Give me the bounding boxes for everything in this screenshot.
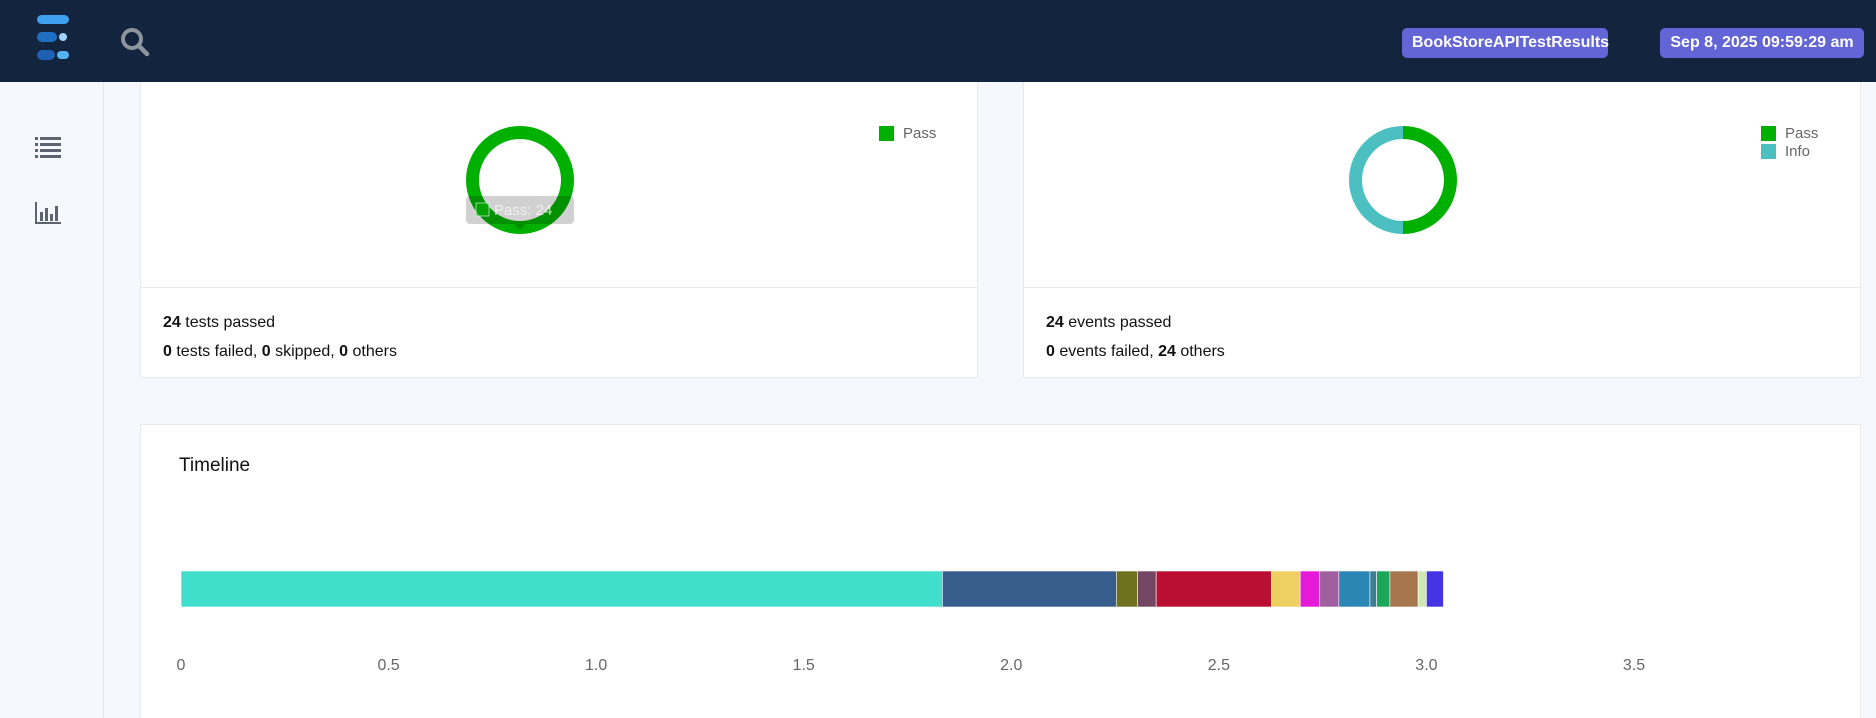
legend-label: Pass <box>903 124 937 142</box>
sidebar <box>0 82 104 718</box>
x-tick-label: 2.5 <box>1208 657 1230 674</box>
timeline-segment-9[interactable] <box>1338 570 1371 608</box>
list-icon[interactable] <box>34 134 62 160</box>
x-tick-label: 3.0 <box>1415 657 1437 674</box>
tooltip-text: Pass: 24 <box>494 202 552 219</box>
report-name-badge: BookStoreAPITestResults <box>1402 28 1609 58</box>
timeline-segment-3[interactable] <box>1116 570 1138 608</box>
legend-item-pass[interactable]: Pass <box>1761 124 1818 142</box>
extent-logo-icon[interactable] <box>33 14 75 64</box>
timeline-bars <box>180 570 1444 608</box>
tests-passed-line: 24 tests passed <box>163 314 276 331</box>
donut-tooltip: Pass: 24 <box>466 196 574 230</box>
legend-swatch <box>1761 125 1776 141</box>
events-passed-line: 24 events passed <box>1046 314 1172 331</box>
donut-slice-pass[interactable] <box>1403 126 1457 234</box>
timeline-segment-14[interactable] <box>1426 570 1444 608</box>
x-tick-label: 2.0 <box>1000 657 1022 674</box>
x-tick-label: 1.5 <box>793 657 815 674</box>
x-tick-label: 0 <box>177 657 186 674</box>
tests-donut-chart[interactable]: Pass: 24 <box>456 122 676 252</box>
legend-item-pass[interactable]: Pass <box>879 124 936 142</box>
tests-legend: Pass <box>879 124 936 142</box>
timeline-segment-12[interactable] <box>1389 570 1419 608</box>
donut-slice-info[interactable] <box>1349 126 1403 234</box>
x-tick-label: 1.0 <box>585 657 607 674</box>
x-tick-label: 0.5 <box>377 657 399 674</box>
legend-label: Info <box>1785 142 1811 160</box>
top-navbar: BookStoreAPITestResults Sep 8, 2025 09:5… <box>0 0 1876 82</box>
bar-chart-icon[interactable] <box>34 200 62 226</box>
events-donut-chart[interactable] <box>1339 122 1499 252</box>
card-divider <box>1024 287 1860 288</box>
search-icon[interactable] <box>118 25 152 59</box>
events-legend: Pass Info <box>1761 124 1818 160</box>
legend-label: Pass <box>1785 124 1819 142</box>
x-tick-label: 3.5 <box>1623 657 1645 674</box>
timeline-segment-4[interactable] <box>1137 570 1157 608</box>
timeline-chart[interactable]: 0 0.5 1.0 1.5 2.0 2.5 3.0 3.5 <box>141 425 1862 718</box>
timeline-segment-13[interactable] <box>1417 570 1427 608</box>
timeline-card: Timeline 0 0.5 1.0 1.5 2.0 2.5 3.0 3.5 <box>140 424 1861 718</box>
legend-item-info[interactable]: Info <box>1761 142 1818 160</box>
card-divider <box>141 287 977 288</box>
timeline-segment-11[interactable] <box>1376 570 1391 608</box>
timeline-segment-10[interactable] <box>1369 570 1377 608</box>
timestamp-badge: Sep 8, 2025 09:59:29 am <box>1660 28 1864 58</box>
events-summary-card: Pass Info 24 events passed 0 events fail… <box>1023 82 1861 378</box>
timeline-segment-2[interactable] <box>942 570 1117 608</box>
tests-failed-line: 0 tests failed, 0 skipped, 0 others <box>163 343 397 360</box>
timeline-segment-7[interactable] <box>1299 570 1321 608</box>
events-failed-line: 0 events failed, 24 others <box>1046 343 1225 360</box>
tests-stats: 24 tests passed 0 tests failed, 0 skippe… <box>163 308 397 366</box>
tests-summary-card: Pass: 24 Pass 24 tests passed 0 tests fa… <box>140 82 978 378</box>
timeline-segment-5[interactable] <box>1155 570 1272 608</box>
legend-swatch <box>879 125 894 141</box>
timeline-segment-6[interactable] <box>1271 570 1301 608</box>
timeline-axis: 0 0.5 1.0 1.5 2.0 2.5 3.0 3.5 <box>177 657 1646 674</box>
timeline-segment-8[interactable] <box>1319 570 1340 608</box>
legend-swatch <box>1761 143 1776 159</box>
timeline-segment-1[interactable] <box>180 570 943 608</box>
events-stats: 24 events passed 0 events failed, 24 oth… <box>1046 308 1225 366</box>
